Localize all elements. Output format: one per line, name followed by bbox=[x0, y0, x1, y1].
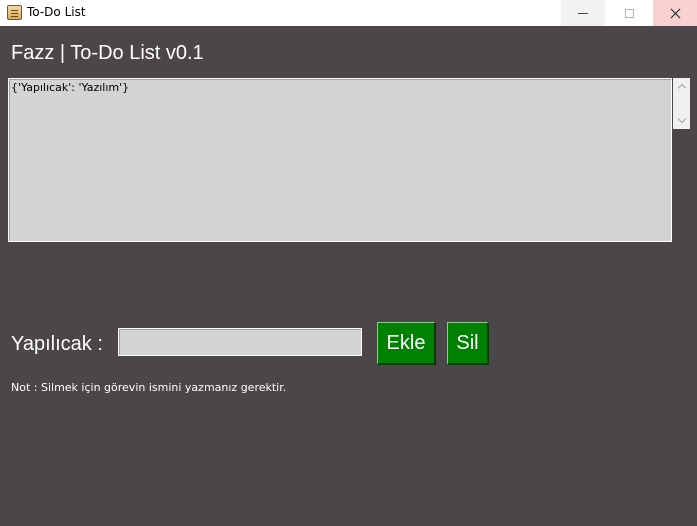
add-button[interactable]: Ekle bbox=[377, 322, 436, 365]
close-icon bbox=[670, 8, 681, 19]
task-label: Yapılıcak : bbox=[11, 333, 103, 355]
window-title: To-Do List bbox=[27, 5, 86, 19]
minimize-button[interactable] bbox=[561, 0, 605, 26]
close-button[interactable] bbox=[653, 0, 697, 26]
task-input[interactable] bbox=[118, 328, 362, 356]
delete-button[interactable]: Sil bbox=[447, 322, 489, 365]
maximize-icon bbox=[624, 8, 634, 18]
maximize-button[interactable] bbox=[607, 0, 651, 26]
delete-note: Not : Silmek için görevin ismini yazmanı… bbox=[11, 381, 287, 394]
list-scrollbar[interactable] bbox=[673, 78, 690, 129]
app-window: To-Do List Fazz | To-Do List v0.1 {'Yapı… bbox=[0, 0, 697, 526]
todo-list-content: {'Yapılıcak': 'Yazılım'} bbox=[11, 81, 130, 94]
scroll-down-icon[interactable] bbox=[673, 112, 690, 129]
page-title: Fazz | To-Do List v0.1 bbox=[11, 42, 204, 64]
minimize-icon bbox=[578, 12, 588, 14]
title-bar[interactable]: To-Do List bbox=[0, 0, 697, 26]
todo-list-textarea[interactable]: {'Yapılıcak': 'Yazılım'} bbox=[8, 78, 672, 242]
scroll-up-icon[interactable] bbox=[673, 78, 690, 95]
notepad-app-icon bbox=[7, 5, 22, 20]
